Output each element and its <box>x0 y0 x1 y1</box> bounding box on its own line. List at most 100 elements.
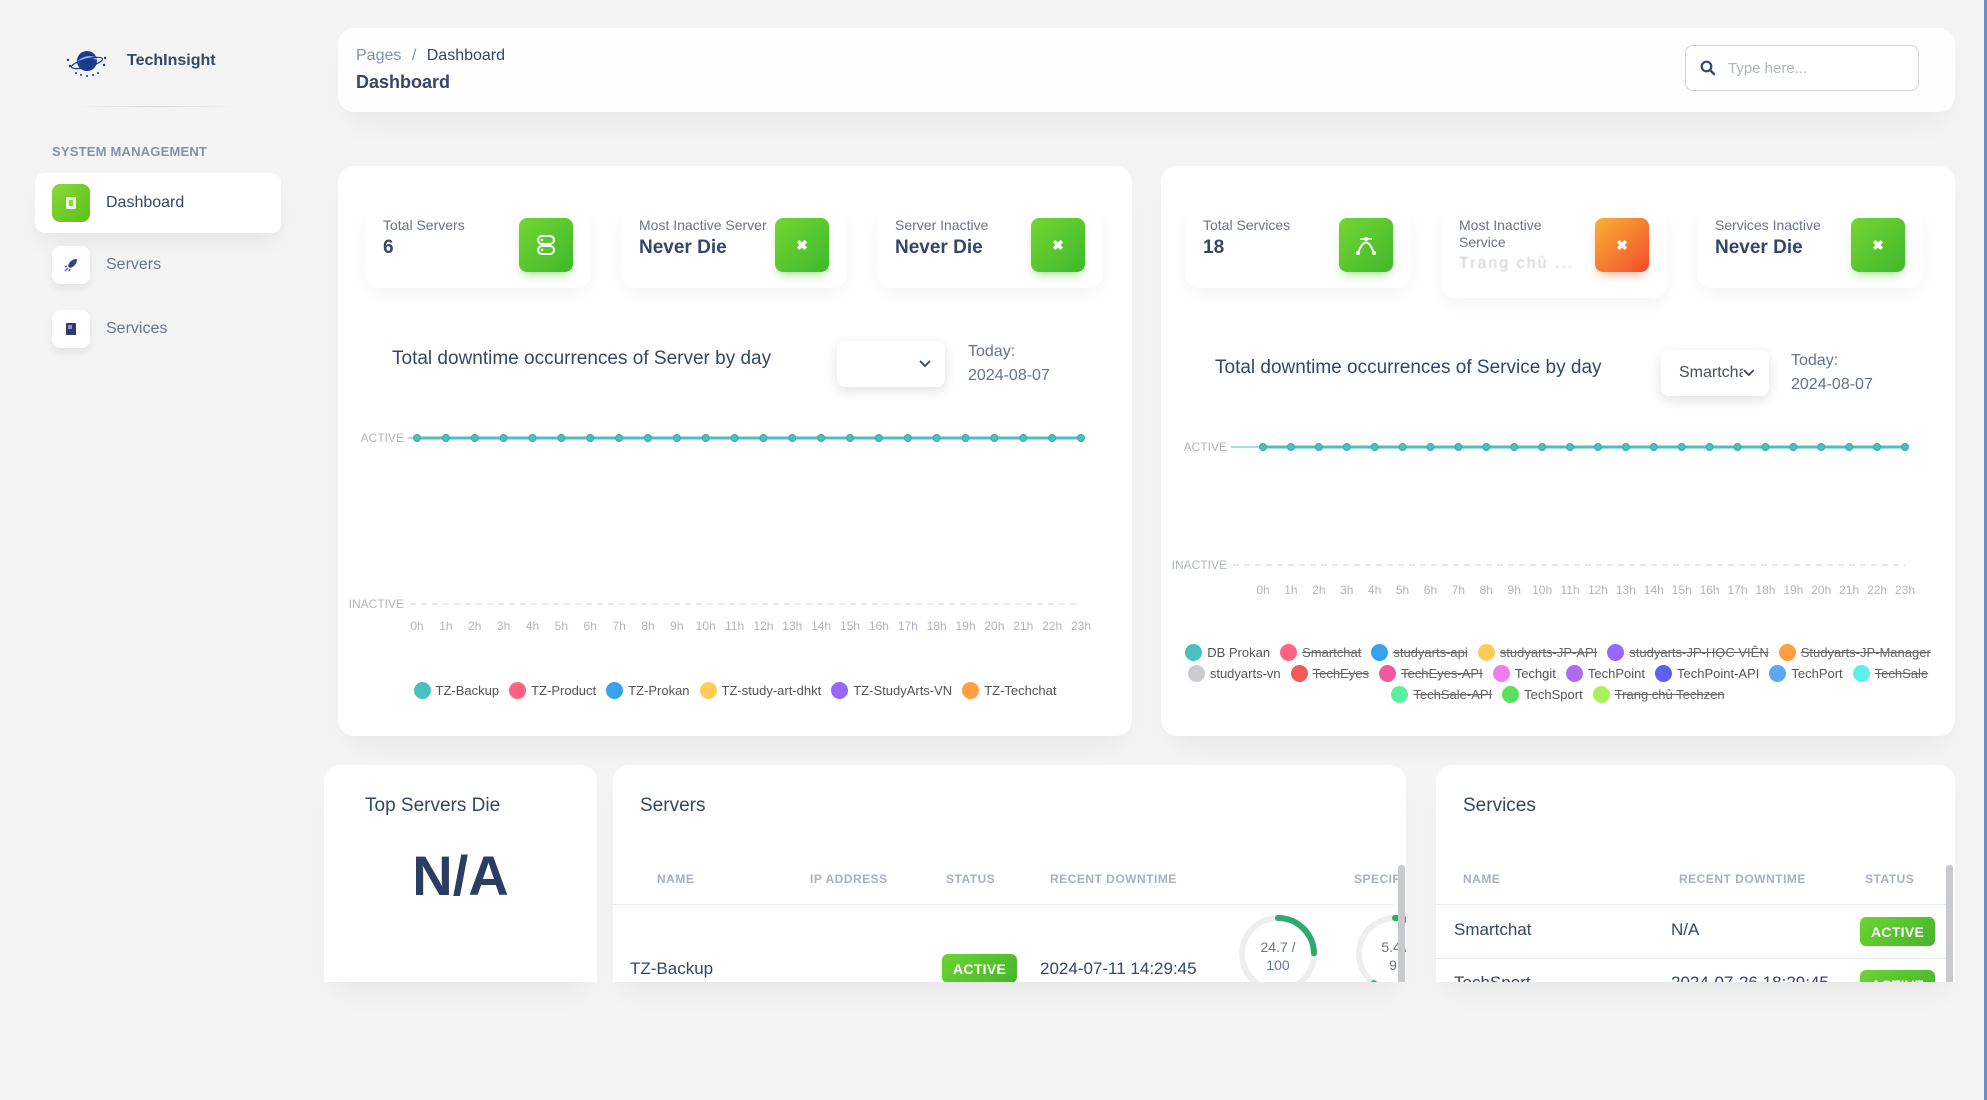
data-point[interactable] <box>1048 434 1057 442</box>
today-label: Today: <box>968 343 1016 360</box>
data-point[interactable] <box>643 434 652 442</box>
x-tick-label: 22h <box>1042 619 1062 633</box>
legend-item[interactable]: Smartchat <box>1280 644 1361 661</box>
x-tick-label: 3h <box>1340 583 1353 597</box>
legend-item[interactable]: TZ-Techchat <box>962 682 1056 699</box>
legend-swatch <box>1502 686 1520 703</box>
data-point[interactable] <box>499 434 508 442</box>
data-point[interactable] <box>903 434 912 442</box>
data-point[interactable] <box>1538 443 1547 451</box>
legend-label: studyarts-api <box>1393 645 1468 660</box>
legend-item[interactable]: TechEyes <box>1290 665 1369 682</box>
service-select[interactable]: Smartchat <box>1661 350 1769 396</box>
top-servers-die-card: Top Servers Die N/A <box>324 765 597 982</box>
data-point[interactable] <box>1426 443 1435 451</box>
legend-item[interactable]: TZ-Backup <box>413 682 499 699</box>
x-tick-label: 7h <box>1452 583 1465 597</box>
data-point[interactable] <box>1817 443 1826 451</box>
data-point[interactable] <box>1286 443 1295 451</box>
data-point[interactable] <box>1733 443 1742 451</box>
data-point[interactable] <box>701 434 710 442</box>
data-point[interactable] <box>961 434 970 442</box>
data-point[interactable] <box>1621 443 1630 451</box>
legend-item[interactable]: studyarts-JP-HỌC VIÊN <box>1607 644 1769 661</box>
legend-item[interactable]: TZ-Product <box>509 682 596 699</box>
legend-item[interactable]: TechSport <box>1502 686 1583 703</box>
legend-item[interactable]: TZ-study-art-dhkt <box>699 682 821 699</box>
legend-item[interactable]: studyarts-vn <box>1187 665 1281 682</box>
x-tick-label: 4h <box>526 619 539 633</box>
data-point[interactable] <box>1649 443 1658 451</box>
data-point[interactable] <box>1342 443 1351 451</box>
legend-item[interactable]: DB Prokan <box>1185 644 1270 661</box>
col-status: STATUS <box>1865 872 1915 886</box>
data-point[interactable] <box>759 434 768 442</box>
data-point[interactable] <box>586 434 595 442</box>
data-point[interactable] <box>1901 443 1909 451</box>
data-point[interactable] <box>1259 443 1267 451</box>
data-point[interactable] <box>441 434 450 442</box>
data-point[interactable] <box>528 434 537 442</box>
data-point[interactable] <box>1019 434 1028 442</box>
data-point[interactable] <box>557 434 566 442</box>
legend-item[interactable]: Studyarts-JP-Manager <box>1778 644 1931 661</box>
data-point[interactable] <box>1510 443 1519 451</box>
data-point[interactable] <box>990 434 999 442</box>
data-point[interactable] <box>817 434 826 442</box>
data-point[interactable] <box>470 434 479 442</box>
data-point[interactable] <box>1566 443 1575 451</box>
legend-item[interactable]: studyarts-api <box>1371 644 1468 661</box>
legend-item[interactable]: TechSale-API <box>1391 686 1492 703</box>
data-point[interactable] <box>730 434 739 442</box>
sidebar-item-dashboard[interactable]: Dashboard <box>35 173 281 233</box>
servers-table-scrollbar[interactable] <box>1398 865 1405 982</box>
sidebar-item-services[interactable]: Services <box>35 299 281 359</box>
breadcrumb-separator: / <box>411 47 417 64</box>
legend-item[interactable]: Trang chủ Techzen <box>1592 686 1725 703</box>
data-point[interactable] <box>1873 443 1882 451</box>
legend-item[interactable]: TechPoint-API <box>1654 665 1759 682</box>
legend-item[interactable]: TechSale <box>1852 665 1929 682</box>
today-label: Today: <box>1791 352 1839 369</box>
data-point[interactable] <box>1370 443 1379 451</box>
data-point[interactable] <box>1454 443 1463 451</box>
search-input[interactable] <box>1728 59 1908 77</box>
data-point[interactable] <box>846 434 855 442</box>
data-point[interactable] <box>615 434 624 442</box>
data-point[interactable] <box>932 434 941 442</box>
x-tick-label: 22h <box>1867 583 1887 597</box>
legend-item[interactable]: TZ-Prokan <box>606 682 690 699</box>
data-point[interactable] <box>1705 443 1714 451</box>
data-point[interactable] <box>1398 443 1407 451</box>
legend-label: TechSale <box>1874 666 1929 681</box>
legend-item[interactable]: Techgit <box>1492 665 1556 682</box>
breadcrumb-root[interactable]: Pages <box>356 47 401 64</box>
x-tick-label: 20h <box>1811 583 1831 597</box>
services-table-scrollbar[interactable] <box>1946 865 1953 982</box>
legend-item[interactable]: TechPort <box>1769 665 1843 682</box>
data-point[interactable] <box>413 434 421 442</box>
techinsight-logo[interactable] <box>64 46 110 80</box>
search-box[interactable] <box>1685 45 1919 91</box>
data-point[interactable] <box>672 434 681 442</box>
data-point[interactable] <box>1677 443 1686 451</box>
legend-item[interactable]: TechEyes-API <box>1379 665 1483 682</box>
data-point[interactable] <box>874 434 883 442</box>
stat-most-inactive-service: Most Inactive Service Trang chủ ... ✖ <box>1441 202 1667 298</box>
data-point[interactable] <box>788 434 797 442</box>
legend-swatch <box>606 682 624 699</box>
legend-item[interactable]: TechPoint <box>1565 665 1645 682</box>
data-point[interactable] <box>1314 443 1323 451</box>
sidebar-item-servers[interactable]: Servers <box>35 235 281 295</box>
data-point[interactable] <box>1593 443 1602 451</box>
data-point[interactable] <box>1482 443 1491 451</box>
legend-item[interactable]: TZ-StudyArts-VN <box>831 682 952 699</box>
data-point[interactable] <box>1761 443 1770 451</box>
server-select[interactable] <box>837 341 945 387</box>
x-tick-label: 14h <box>811 619 831 633</box>
data-point[interactable] <box>1845 443 1854 451</box>
x-tick-label: 17h <box>1728 583 1748 597</box>
legend-item[interactable]: studyarts-JP-API <box>1477 644 1597 661</box>
data-point[interactable] <box>1789 443 1798 451</box>
data-point[interactable] <box>1077 434 1085 442</box>
